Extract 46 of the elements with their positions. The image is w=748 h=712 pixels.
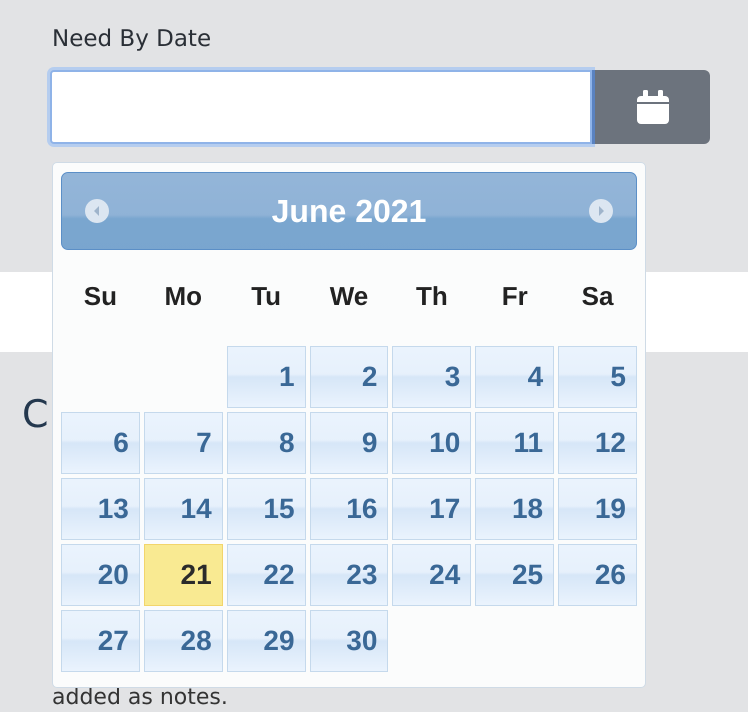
weekday-label: We [328,280,370,312]
day-cell[interactable]: 2 [310,346,388,408]
date-input-field[interactable] [50,70,592,144]
weekday-label: Fr [500,280,529,312]
day-cell[interactable]: 25 [475,544,554,606]
day-cell[interactable]: 6 [61,412,140,474]
day-cell[interactable]: 18 [475,478,554,540]
day-cell[interactable]: 27 [61,610,140,672]
weekday-label: Th [414,280,449,312]
day-cell[interactable]: 20 [61,544,140,606]
previous-month-icon[interactable] [84,198,110,224]
weekday-label: Tu [250,280,282,312]
weekday-label: Su [82,280,118,312]
day-cell[interactable]: 28 [144,610,223,672]
day-cell[interactable]: 15 [226,478,306,540]
day-cell[interactable]: 13 [61,478,140,540]
day-cell[interactable]: 4 [475,346,554,408]
day-cell[interactable]: 30 [310,610,388,672]
day-cell[interactable]: 16 [310,478,388,540]
day-cell[interactable]: 24 [392,544,472,606]
day-cell[interactable]: 19 [558,478,637,540]
day-cell[interactable]: 14 [144,478,223,540]
calendar-icon [636,90,668,124]
weekday-label: Sa [580,280,615,312]
day-cell[interactable]: 22 [226,544,306,606]
calendar-button[interactable] [592,70,710,144]
day-cell[interactable]: 5 [558,346,637,408]
field-label: Need By Date [51,26,212,52]
month-title: June 2021 [272,192,426,230]
day-cell[interactable]: 10 [392,412,472,474]
day-cell[interactable]: 17 [392,478,472,540]
day-cell[interactable]: 8 [226,412,306,474]
day-cell[interactable]: 9 [310,412,388,474]
day-cell[interactable]: 21 [144,544,223,606]
day-cell[interactable]: 12 [558,412,637,474]
section-heading: C [22,392,50,436]
day-cell[interactable]: 1 [226,346,306,408]
day-cell[interactable]: 11 [475,412,554,474]
day-cell[interactable]: 7 [144,412,223,474]
day-cell[interactable]: 3 [392,346,472,408]
day-cell[interactable]: 23 [310,544,388,606]
day-cell[interactable]: 29 [226,610,306,672]
weekday-label: Mo [164,280,204,312]
note-text: added as notes. [51,685,229,710]
next-month-icon[interactable] [588,198,614,224]
day-cell[interactable]: 26 [558,544,637,606]
